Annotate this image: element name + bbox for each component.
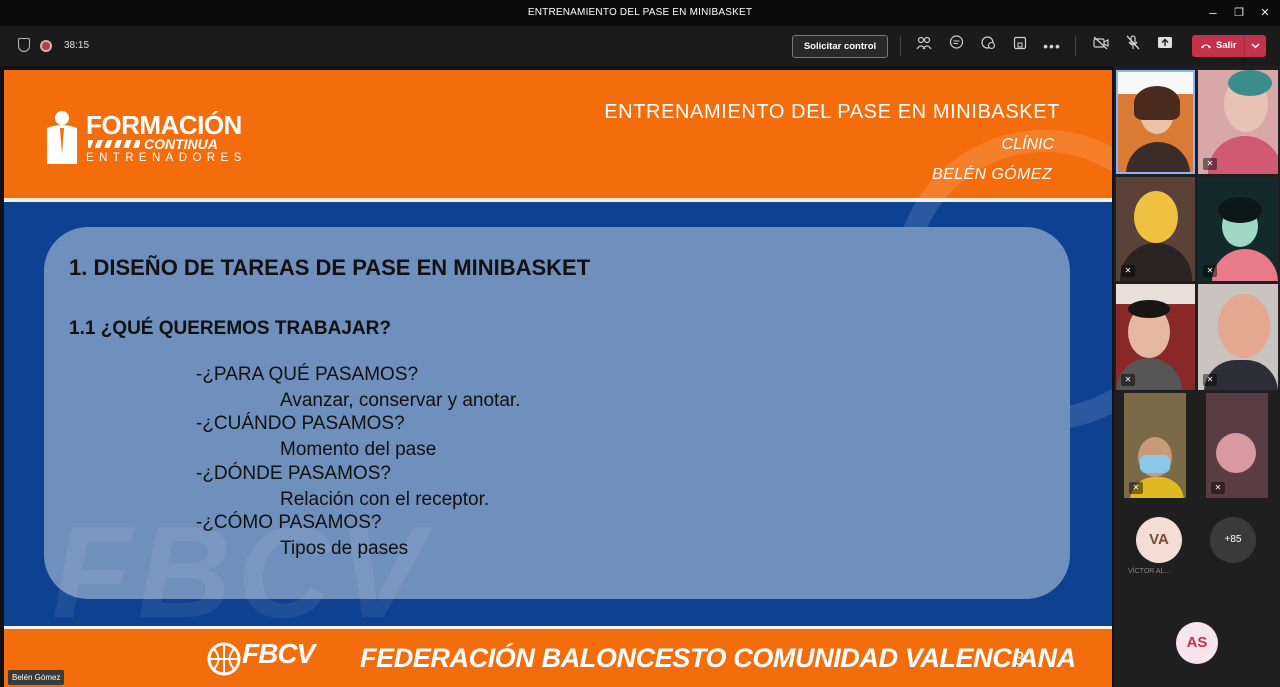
face-mask — [1140, 455, 1170, 473]
participant-video-tile[interactable]: ✕ — [1116, 177, 1195, 281]
request-control-button[interactable]: Solicitar control — [792, 35, 888, 58]
phone-hangup-icon — [1201, 44, 1211, 49]
slide-footer: FBCV FEDERACIÓN BALONCESTO COMUNIDAD VAL… — [4, 626, 1112, 687]
chevron-down-icon[interactable] — [1244, 35, 1266, 57]
participant-hair — [1228, 70, 1272, 96]
slide-heading: 1. DISEÑO DE TAREAS DE PASE EN MINIBASKE… — [69, 255, 591, 280]
meeting-toolbar: 38:15 Solicitar control ••• Salir — [0, 26, 1280, 66]
share-icon[interactable] — [1154, 35, 1176, 57]
participant-hair — [1134, 86, 1180, 120]
question-item: -¿PARA QUÉ PASAMOS? — [196, 364, 419, 385]
mic-off-icon: ✕ — [1121, 265, 1135, 277]
mic-off-icon[interactable] — [1122, 35, 1144, 57]
question-item: -¿CÓMO PASAMOS? — [196, 512, 382, 533]
answer-item: Momento del pase — [280, 439, 437, 460]
toolbar-divider — [1075, 36, 1076, 56]
slide-subheading: 1.1 ¿QUÉ QUEREMOS TRABAJAR? — [69, 318, 391, 339]
mic-off-icon: ✕ — [1203, 158, 1217, 170]
mic-off-icon: ✕ — [1203, 374, 1217, 386]
mic-off-icon: ✕ — [1203, 265, 1217, 277]
more-icon[interactable]: ••• — [1041, 35, 1063, 57]
window-titlebar: ENTRENAMIENTO DEL PASE EN MINIBASKET – ❐… — [0, 0, 1280, 26]
recording-icon — [40, 40, 52, 52]
participant-video-tile[interactable]: ✕ — [1124, 393, 1186, 498]
participant-body — [1212, 249, 1278, 281]
fbcv-logo-text: FBCV — [242, 638, 315, 669]
question-item: -¿CUÁNDO PASAMOS? — [196, 413, 405, 434]
presenter-name-tag: Belén Gómez — [8, 670, 65, 685]
close-icon[interactable]: ✕ — [1255, 3, 1275, 23]
chat-icon[interactable] — [945, 35, 967, 57]
shield-icon — [18, 38, 30, 52]
participant-face — [1218, 294, 1270, 358]
meeting-timer: 38:15 — [64, 40, 90, 51]
logo-continua-text: CONTINUA — [144, 136, 218, 152]
participant-video-tile[interactable]: ✕ — [1198, 177, 1278, 281]
rooms-icon[interactable] — [1009, 35, 1031, 57]
more-participants-button[interactable]: +85 — [1210, 517, 1256, 563]
leave-button[interactable]: Salir — [1192, 35, 1266, 57]
participants-icon[interactable] — [913, 35, 935, 57]
window-title: ENTRENAMIENTO DEL PASE EN MINIBASKET — [527, 7, 753, 18]
content-panel: FBCV 1. DISEÑO DE TAREAS DE PASE EN MINI… — [44, 227, 1070, 645]
participant-hair — [1128, 300, 1170, 318]
federation-name: FEDERACIÓN BALONCESTO COMUNIDAD VALENCIA… — [360, 643, 1076, 673]
slide-page-number: 3 — [1014, 649, 1025, 670]
answer-item: Avanzar, conservar y anotar. — [280, 390, 521, 411]
answer-item: Tipos de pases — [280, 538, 409, 559]
participant-name: VÍCTOR AL... — [1128, 568, 1171, 575]
restore-icon[interactable]: ❐ — [1229, 3, 1249, 23]
mic-off-icon: ✕ — [1121, 374, 1135, 386]
participant-hair — [1218, 197, 1262, 223]
question-item: -¿DÓNDE PASAMOS? — [196, 463, 391, 484]
participant-video-tile[interactable]: ✕ — [1198, 284, 1278, 390]
logo-stripes — [88, 140, 140, 148]
participant-video-tile[interactable] — [1116, 70, 1195, 174]
participant-face — [1134, 191, 1178, 243]
answer-item: Relación con el receptor. — [280, 489, 490, 510]
shared-screen: FORMACIÓN CONTINUA ENTRENADORES ENTRENAM… — [0, 66, 1114, 687]
presentation-slide: FORMACIÓN CONTINUA ENTRENADORES ENTRENAM… — [4, 70, 1112, 687]
participant-face — [1216, 433, 1256, 473]
participant-body — [1208, 136, 1278, 174]
logo-entrenadores-text: ENTRENADORES — [86, 152, 247, 164]
participant-video-tile[interactable]: ✕ — [1116, 284, 1195, 390]
reactions-icon[interactable] — [977, 35, 999, 57]
toolbar-divider — [900, 36, 901, 56]
mic-off-icon: ✕ — [1211, 482, 1225, 494]
coach-silhouette-icon — [47, 111, 77, 164]
participant-video-tile[interactable]: ✕ — [1198, 70, 1278, 174]
participant-avatar-as[interactable]: AS — [1176, 622, 1218, 664]
mic-off-icon: ✕ — [1129, 482, 1143, 494]
minimize-icon[interactable]: – — [1203, 3, 1223, 23]
participant-body — [1126, 142, 1190, 172]
participant-video-tile[interactable]: ✕ — [1206, 393, 1268, 498]
slide-title: ENTRENAMIENTO DEL PASE EN MINIBASKET — [604, 101, 1060, 123]
camera-off-icon[interactable] — [1090, 35, 1112, 57]
leave-button-label: Salir — [1216, 40, 1237, 51]
participant-avatar-va[interactable]: VA — [1136, 517, 1182, 563]
